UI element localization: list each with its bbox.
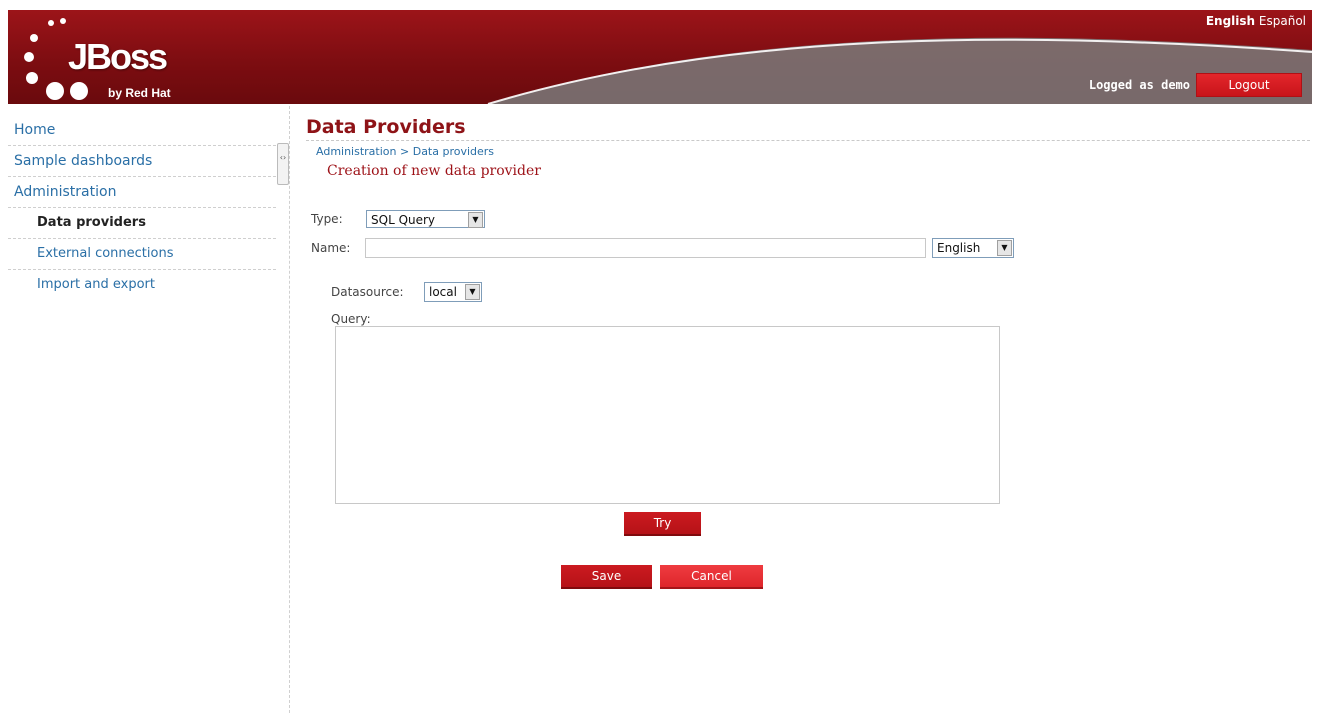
form-subtitle: Creation of new data provider bbox=[327, 163, 541, 179]
logo-dot bbox=[60, 18, 66, 24]
content-divider bbox=[289, 106, 290, 713]
cancel-button[interactable]: Cancel bbox=[660, 565, 763, 589]
datasource-label: Datasource: bbox=[331, 285, 404, 299]
logo-dot bbox=[48, 20, 54, 26]
sidebar-subitem-import-export[interactable]: Import and export bbox=[8, 270, 276, 300]
page-title: Data Providers bbox=[306, 116, 1310, 141]
logo-dot bbox=[26, 72, 38, 84]
logout-button[interactable]: Logout bbox=[1196, 73, 1302, 97]
sidebar-item-sample-dashboards[interactable]: Sample dashboards bbox=[8, 146, 276, 177]
datasource-value: local bbox=[429, 285, 457, 299]
lang-english-link[interactable]: English bbox=[1206, 14, 1255, 28]
breadcrumb: Administration > Data providers bbox=[316, 145, 1310, 158]
name-language-select[interactable]: English ▼ bbox=[932, 238, 1014, 258]
breadcrumb-separator: > bbox=[400, 145, 410, 158]
brand-name: JBoss bbox=[68, 36, 168, 77]
name-input[interactable] bbox=[365, 238, 926, 258]
try-button[interactable]: Try bbox=[624, 512, 701, 536]
language-switcher: English Español bbox=[1206, 14, 1306, 28]
breadcrumb-data-providers[interactable]: Data providers bbox=[413, 145, 494, 158]
save-button[interactable]: Save bbox=[561, 565, 652, 589]
type-label: Type: bbox=[311, 212, 343, 226]
jboss-logo[interactable]: JBoss by Red Hat bbox=[20, 16, 180, 104]
breadcrumb-administration[interactable]: Administration bbox=[316, 145, 397, 158]
sidebar-collapse-handle[interactable]: ‹› bbox=[277, 143, 289, 185]
sidebar-item-administration[interactable]: Administration bbox=[8, 177, 276, 208]
chevron-down-icon: ▼ bbox=[468, 212, 483, 228]
main-content: Data Providers Administration > Data pro… bbox=[306, 116, 1310, 179]
logged-user-text: Logged as demo bbox=[1088, 78, 1190, 92]
name-label: Name: bbox=[311, 241, 351, 255]
sidebar-subitem-external-connections[interactable]: External connections bbox=[8, 239, 276, 270]
sidebar-subitem-data-providers[interactable]: Data providers bbox=[8, 208, 276, 239]
logo-dot bbox=[70, 82, 88, 100]
query-textarea[interactable] bbox=[335, 326, 1000, 504]
logo-dot bbox=[46, 82, 64, 100]
lang-spanish-link[interactable]: Español bbox=[1259, 14, 1306, 28]
type-select[interactable]: SQL Query ▼ bbox=[366, 210, 485, 228]
name-language-value: English bbox=[937, 241, 981, 255]
logo-dot bbox=[24, 52, 34, 62]
app-header: JBoss by Red Hat English Español Logged … bbox=[8, 10, 1312, 104]
chevron-down-icon: ▼ bbox=[997, 240, 1012, 256]
sidebar-nav: Home Sample dashboards Administration Da… bbox=[8, 116, 276, 300]
sidebar-item-home[interactable]: Home bbox=[8, 116, 276, 146]
brand-tagline: by Red Hat bbox=[108, 86, 171, 100]
query-label: Query: bbox=[331, 312, 371, 326]
logo-dot bbox=[30, 34, 38, 42]
type-select-value: SQL Query bbox=[371, 213, 436, 227]
chevron-down-icon: ▼ bbox=[465, 284, 480, 300]
datasource-select[interactable]: local ▼ bbox=[424, 282, 482, 302]
